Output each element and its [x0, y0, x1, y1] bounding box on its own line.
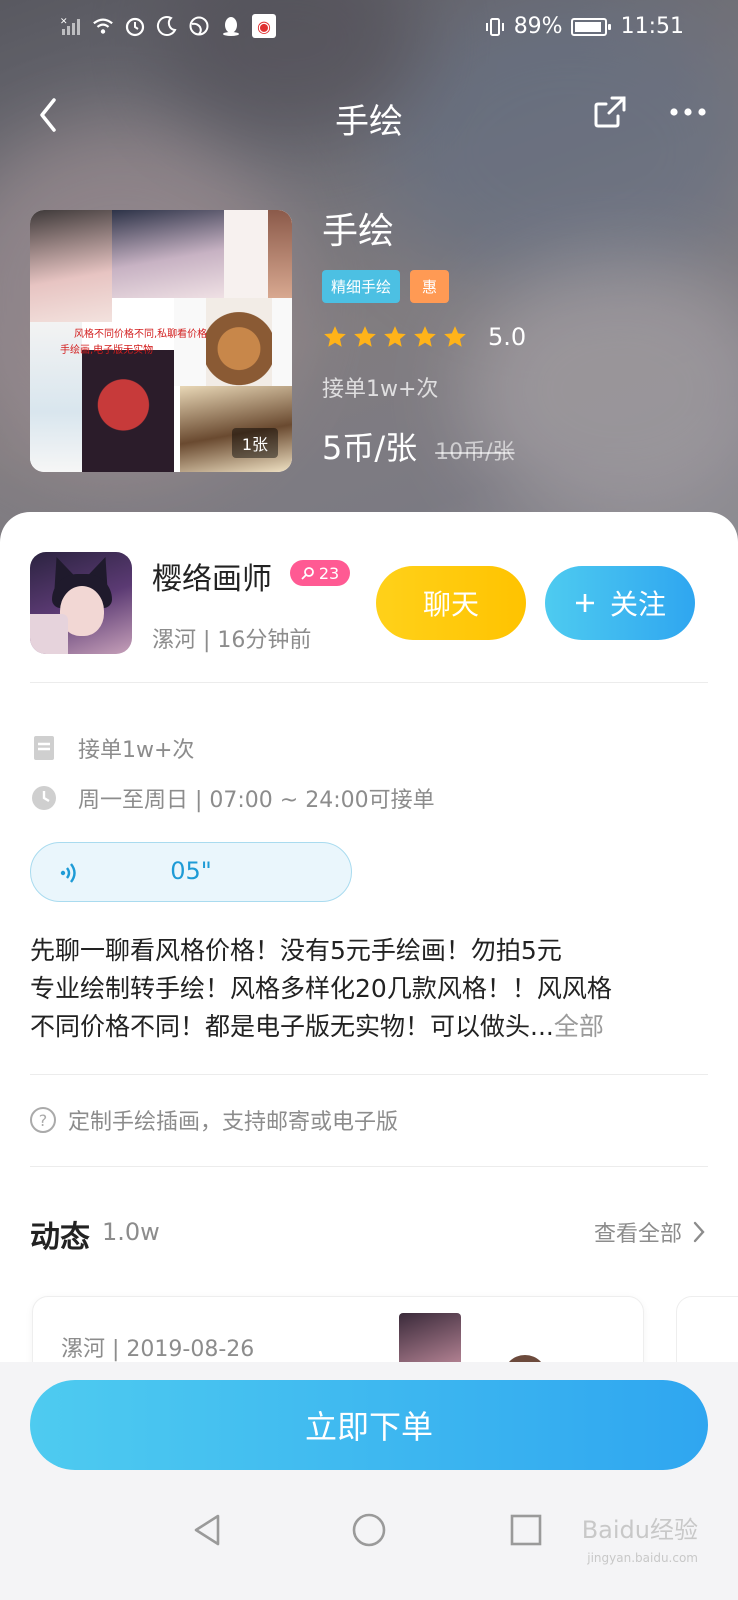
- alarm-icon: [124, 15, 146, 37]
- voice-duration: 05": [170, 857, 212, 885]
- feed-section-title: 动态: [30, 1220, 90, 1255]
- info-schedule: 周一至周日 | 07:00 ~ 24:00可接单: [30, 782, 435, 814]
- top-nav: 手绘: [0, 86, 738, 146]
- product-name: 手绘: [322, 211, 395, 252]
- plus-icon: [575, 594, 594, 612]
- follow-label: 关注: [609, 588, 666, 621]
- watermark-brand: Baidu经验: [581, 1516, 698, 1544]
- divider: [30, 1074, 708, 1075]
- chat-button[interactable]: 聊天: [376, 566, 526, 640]
- moon-icon: [156, 15, 178, 37]
- wifi-icon: [92, 15, 114, 37]
- feed-card-meta: 漯河 | 2019-08-26: [61, 1337, 255, 1362]
- detail-sheet: 樱络画师 23 漯河 | 16分钟前 聊天 关注 接单1w+次 周一至周日 | …: [0, 512, 738, 1362]
- order-count: 接单1w+次: [322, 377, 439, 402]
- nav-home-icon[interactable]: [351, 1512, 387, 1548]
- voice-intro-player[interactable]: 05": [30, 842, 352, 902]
- watermark-url: jingyan.baidu.com: [587, 1551, 698, 1565]
- image-count-badge: 1张: [231, 428, 278, 458]
- description-line: 不同价格不同！都是电子版无实物！可以做头...全部: [30, 1012, 604, 1041]
- feed-card[interactable]: 漯河 | 2019-08-26: [32, 1296, 644, 1362]
- question-icon: ?: [30, 1107, 56, 1133]
- more-icon[interactable]: [666, 94, 710, 130]
- service-description: 先聊一聊看风格价格！没有5元手绘画！勿拍5元 专业绘制转手绘！风格多样化20几款…: [30, 932, 710, 1046]
- feed-count: 1.0w: [102, 1218, 160, 1246]
- seller-name[interactable]: 樱络画师: [152, 554, 272, 598]
- info-orders-text: 接单1w+次: [78, 738, 195, 763]
- clock: 11:51: [620, 14, 684, 39]
- qq-icon: [220, 15, 242, 37]
- document-icon: [34, 736, 54, 760]
- app-notification-icon: ◉: [252, 14, 276, 38]
- expand-all-link[interactable]: 全部: [554, 1012, 604, 1041]
- svg-text:✕: ✕: [60, 17, 68, 27]
- service-note-text: 定制手绘插画，支持邮寄或电子版: [68, 1110, 399, 1135]
- divider: [30, 682, 708, 683]
- share-icon[interactable]: [592, 94, 628, 130]
- original-price: 10币/张: [435, 440, 515, 465]
- follow-button[interactable]: 关注: [545, 566, 695, 640]
- level-icon: [301, 567, 314, 580]
- description-line: 专业绘制转手绘！风格多样化20几款风格！！风风格: [30, 974, 612, 1003]
- seller-location-time: 漯河 | 16分钟前: [152, 628, 312, 653]
- battery-icon: [570, 17, 611, 36]
- chevron-right-icon: [693, 1221, 705, 1243]
- globe-icon: [188, 15, 210, 37]
- level-badge: 23: [290, 560, 350, 586]
- nav-recents-icon[interactable]: [508, 1512, 544, 1548]
- description-line: 先聊一聊看风格价格！没有5元手绘画！勿拍5元: [30, 936, 562, 965]
- star-icon: [444, 326, 466, 347]
- level-value: 23: [318, 563, 340, 583]
- rating: 5.0: [322, 323, 526, 351]
- bottom-bar: 立即下单 Baidu经验 jingyan.baidu.com: [0, 1362, 738, 1600]
- avatar[interactable]: [30, 552, 132, 654]
- tag-fine-drawing: 精细手绘: [322, 270, 401, 303]
- watermark: Baidu经验 jingyan.baidu.com: [582, 1516, 698, 1572]
- clock-icon: [32, 786, 56, 810]
- info-schedule-text: 周一至周日 | 07:00 ~ 24:00可接单: [78, 788, 435, 813]
- view-all-link[interactable]: 查看全部: [594, 1216, 706, 1248]
- star-icon: [354, 326, 376, 347]
- product-header: ✕ ◉ 89% 11:51 手绘 风格不同价格不同,私聊看价格 手绘画,电子版无…: [0, 0, 738, 560]
- price-row: 5币/张 10币/张: [322, 423, 526, 469]
- nav-back-icon[interactable]: [190, 1512, 226, 1548]
- divider: [30, 1166, 708, 1167]
- product-info: 手绘 精细手绘 惠 5.0 接单1w+次 5币/张 10币/张: [322, 210, 526, 469]
- product-tags: 精细手绘 惠: [322, 270, 526, 303]
- star-icon: [414, 326, 436, 347]
- info-orders: 接单1w+次: [30, 732, 194, 764]
- price: 5币/张: [322, 429, 418, 467]
- battery-percent: 89%: [513, 14, 563, 39]
- star-icon: [384, 326, 406, 347]
- vibrate-icon: [484, 16, 506, 38]
- rating-value: 5.0: [488, 323, 527, 351]
- product-cover-image[interactable]: 风格不同价格不同,私聊看价格 手绘画,电子版无实物 1张: [30, 210, 292, 472]
- tag-discount: 惠: [410, 270, 450, 303]
- status-bar: ✕ ◉ 89% 11:51: [0, 0, 738, 56]
- feed-card[interactable]: [676, 1296, 738, 1362]
- service-note: ? 定制手绘插画，支持邮寄或电子版: [30, 1104, 398, 1136]
- no-sim-icon: ✕: [60, 15, 82, 37]
- view-all-label: 查看全部: [593, 1222, 682, 1247]
- feed-card-image: [399, 1313, 461, 1362]
- star-icon: [324, 326, 346, 347]
- order-now-button[interactable]: 立即下单: [30, 1380, 708, 1470]
